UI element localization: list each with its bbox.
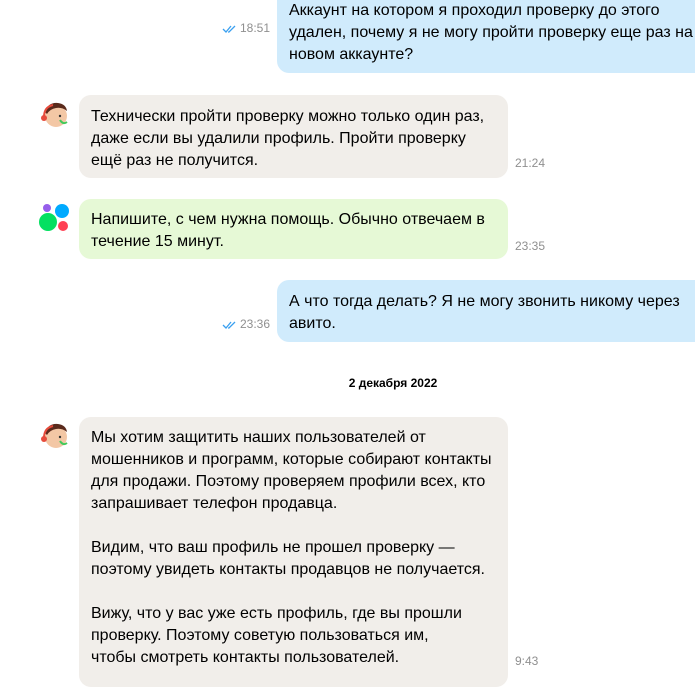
support-agent-avatar-icon bbox=[41, 423, 68, 448]
message-line: А что тогда делать? Я не могу звонить ни… bbox=[289, 293, 680, 310]
message-line: ещё раз не получится. bbox=[91, 152, 259, 169]
message-line: даже если вы удалили профиль. Пройти про… bbox=[91, 130, 466, 147]
message-line: Видим, что ваш профиль не прошел проверк… bbox=[91, 539, 455, 556]
outgoing-message-bubble[interactable]: А что тогда делать? Я не могу звонить ни… bbox=[277, 280, 695, 342]
message-line: Технически пройти проверку можно только … bbox=[91, 108, 485, 125]
incoming-message-bubble[interactable]: Технически пройти проверку можно только … bbox=[79, 95, 545, 178]
bot-message-bubble[interactable]: Напишите, с чем нужна помощь. Обычно отв… bbox=[79, 199, 545, 259]
message-time: 9:43 bbox=[515, 654, 539, 668]
outgoing-message-bubble[interactable]: Аккаунт на котором я проходил проверку д… bbox=[277, 0, 695, 73]
message-line: Мы хотим защитить наших пользователей от bbox=[91, 429, 426, 446]
double-check-icon bbox=[222, 321, 236, 329]
message-time: 21:24 bbox=[515, 156, 546, 170]
message-line: Аккаунт на котором я проходил проверку д… bbox=[289, 2, 660, 19]
message-line: удален, почему я не могу пройти проверку… bbox=[289, 24, 693, 41]
message-line: запрашивает телефон продавца. bbox=[91, 495, 338, 512]
message-spacer bbox=[91, 515, 496, 537]
support-agent-avatar-icon bbox=[41, 102, 68, 127]
message-spacer bbox=[91, 581, 496, 603]
incoming-message-bubble[interactable]: Мы хотим защитить наших пользователей от… bbox=[79, 417, 538, 687]
message-line: Вижу, что у вас уже есть профиль, где вы… bbox=[91, 605, 462, 622]
double-check-icon bbox=[222, 25, 236, 33]
message-line: поэтому увидеть контакты продавцов не по… bbox=[91, 561, 485, 578]
avito-logo-icon bbox=[39, 204, 69, 231]
message-line: авито. bbox=[289, 315, 336, 332]
date-separator: 2 декабря 2022 bbox=[348, 376, 438, 390]
message-line: для продажи. Поэтому проверяем профили в… bbox=[91, 473, 486, 490]
message-line: проверку. Поэтому советую пользоваться и… bbox=[91, 627, 429, 644]
message-line: чтобы смотреть контакты пользователей. bbox=[91, 649, 400, 666]
message-line: Напишите, с чем нужна помощь. Обычно отв… bbox=[91, 211, 485, 228]
message-line: течение 15 минут. bbox=[91, 233, 224, 250]
message-line: мошенников и программ, которые собирают … bbox=[91, 451, 492, 468]
message-time: 23:35 bbox=[515, 239, 546, 253]
message-time: 23:36 bbox=[240, 317, 271, 331]
message-line: новом аккаунте? bbox=[289, 46, 414, 63]
message-time: 18:51 bbox=[240, 21, 271, 35]
